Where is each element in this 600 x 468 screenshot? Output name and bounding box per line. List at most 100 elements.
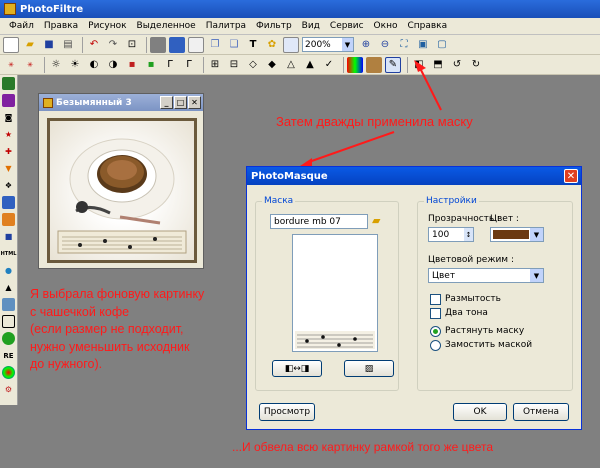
star-tool-icon[interactable]: ★ xyxy=(2,128,15,141)
zoom-in-icon[interactable]: ⊕ xyxy=(358,37,374,53)
transform-tool-icon[interactable]: ✚ xyxy=(2,145,15,158)
stretch-radio[interactable] xyxy=(430,326,441,337)
toolbar-separator xyxy=(203,56,204,73)
paste-image-icon[interactable]: ❑ xyxy=(226,37,242,53)
rotate-left-icon[interactable]: ↺ xyxy=(449,57,465,73)
new-file-icon[interactable] xyxy=(3,36,19,53)
zoom-out-icon[interactable]: ⊖ xyxy=(377,37,393,53)
blend-mode-select[interactable]: Цвет ▼ xyxy=(428,268,544,283)
flip-mask-button[interactable]: ◧↔◨ xyxy=(272,360,322,377)
blur-drop-icon[interactable]: ◇ xyxy=(245,57,261,73)
crop-icon[interactable]: ⊡ xyxy=(124,37,140,53)
sharpen-drop-icon[interactable]: ◆ xyxy=(264,57,280,73)
menu-image[interactable]: Рисунок xyxy=(83,21,131,31)
gamma-plus-icon[interactable]: Γ xyxy=(181,57,197,73)
mosaic-icon[interactable]: ⊟ xyxy=(226,57,242,73)
menu-palette[interactable]: Палитра xyxy=(201,21,251,31)
fill-tool-icon[interactable] xyxy=(2,213,15,226)
saturation-plus-icon[interactable]: ▪ xyxy=(143,57,159,73)
rect-tool-icon[interactable] xyxy=(2,315,15,328)
color-tool-icon[interactable] xyxy=(2,77,15,90)
spinner-icon[interactable]: ↕ xyxy=(464,228,473,241)
mask-file-field[interactable]: bordure mb 07 xyxy=(270,214,368,229)
clone-tool-icon[interactable]: ❖ xyxy=(2,179,15,192)
zoom-select[interactable]: 200% ▼ xyxy=(302,37,354,52)
actual-size-icon[interactable]: ▣ xyxy=(415,37,431,53)
preview-button-label: Просмотр xyxy=(263,407,311,417)
gamma-minus-icon[interactable]: Γ xyxy=(162,57,178,73)
zoom-value: 200% xyxy=(305,39,331,50)
minimize-button[interactable]: _ xyxy=(160,96,173,109)
frame-icon[interactable] xyxy=(283,36,299,53)
photomasque-dialog[interactable]: PhotoMasque ✕ Маска bordure mb 07 ▰ ◧↔◨ … xyxy=(246,166,582,430)
open-folder-icon[interactable]: ▰ xyxy=(22,37,38,53)
brightness-plus-icon[interactable]: ☀ xyxy=(67,57,83,73)
saturation-minus-icon[interactable]: ▪ xyxy=(124,57,140,73)
brightness-minus-icon[interactable]: ☼ xyxy=(48,57,64,73)
photomasque-icon[interactable]: ✿ xyxy=(264,37,280,53)
maximize-button[interactable]: □ xyxy=(174,96,187,109)
texture-tool-icon[interactable] xyxy=(2,196,15,209)
menu-view[interactable]: Вид xyxy=(297,21,325,31)
auto-contrast-icon[interactable]: ✳ xyxy=(22,57,38,73)
fullscreen-icon[interactable]: ▢ xyxy=(434,37,450,53)
image-size-icon[interactable] xyxy=(169,36,185,53)
image-canvas[interactable] xyxy=(47,118,197,263)
print-icon[interactable]: ▤ xyxy=(60,37,76,53)
chevron-down-icon[interactable]: ▼ xyxy=(530,228,543,241)
grayscale-icon[interactable] xyxy=(150,36,166,53)
chevron-down-icon[interactable]: ▼ xyxy=(530,269,543,282)
blur-checkbox[interactable] xyxy=(430,294,441,305)
image-icon xyxy=(43,97,53,108)
menu-tools[interactable]: Сервис xyxy=(325,21,369,31)
grid-icon[interactable]: ⊞ xyxy=(207,57,223,73)
lens-tool-icon[interactable]: ● xyxy=(2,264,15,277)
gradient-tool-icon[interactable] xyxy=(2,94,15,107)
save-tool-icon[interactable]: ■ xyxy=(2,230,15,243)
bucket-tool-icon[interactable]: ▼ xyxy=(2,162,15,175)
auto-levels-icon[interactable]: ✳ xyxy=(3,57,19,73)
settings-group-label: Настройки xyxy=(424,196,479,206)
open-folder-icon[interactable]: ▰ xyxy=(372,214,380,227)
stamp-tool-icon[interactable]: ▲ xyxy=(2,281,15,294)
canvas-size-icon[interactable] xyxy=(188,36,204,53)
re-tool-icon[interactable]: RE xyxy=(2,349,15,362)
image-window-title-bar[interactable]: Безымянный 3 _ □ ✕ xyxy=(39,94,203,111)
dialog-title-bar[interactable]: PhotoMasque ✕ xyxy=(247,167,581,185)
image-tool-icon[interactable] xyxy=(2,298,15,311)
web-tool-icon[interactable] xyxy=(2,332,15,345)
redo-icon[interactable]: ↷ xyxy=(105,37,121,53)
undo-icon[interactable]: ↶ xyxy=(86,37,102,53)
menu-filter[interactable]: Фильтр xyxy=(251,21,297,31)
cancel-button[interactable]: Отмена xyxy=(513,403,569,421)
save-icon[interactable]: ■ xyxy=(41,37,57,53)
two-tone-checkbox[interactable] xyxy=(430,308,441,319)
close-icon[interactable]: ✕ xyxy=(564,169,578,183)
copy-image-icon[interactable]: ❐ xyxy=(207,37,223,53)
close-button[interactable]: ✕ xyxy=(188,96,201,109)
mask-color-swatch xyxy=(493,230,529,239)
rotate-right-icon[interactable]: ↻ xyxy=(468,57,484,73)
menu-window[interactable]: Окно xyxy=(369,21,403,31)
color-picker[interactable]: ▼ xyxy=(490,227,544,242)
contrast-minus-icon[interactable]: ◐ xyxy=(86,57,102,73)
preview-button[interactable]: Просмотр xyxy=(259,403,315,421)
camera-tool-icon[interactable]: ◙ xyxy=(2,111,15,124)
palette-tool-icon[interactable] xyxy=(2,366,15,379)
menu-help[interactable]: Справка xyxy=(402,21,452,31)
annotation-arrow xyxy=(300,60,442,168)
image-window[interactable]: Безымянный 3 _ □ ✕ xyxy=(38,93,204,269)
contrast-plus-icon[interactable]: ◑ xyxy=(105,57,121,73)
toolbar-separator xyxy=(82,36,83,53)
tile-radio[interactable] xyxy=(430,340,441,351)
text-icon[interactable]: T xyxy=(245,37,261,53)
menu-edit[interactable]: Правка xyxy=(39,21,83,31)
ok-button[interactable]: OK xyxy=(453,403,507,421)
transparency-field[interactable]: 100 ↕ xyxy=(428,227,474,242)
color-swap-icon[interactable]: ⚙ xyxy=(2,383,15,396)
html-tool-icon[interactable]: HTML xyxy=(1,247,17,260)
invert-mask-button[interactable]: ▨ xyxy=(344,360,394,377)
menu-file[interactable]: Файл xyxy=(4,21,39,31)
menu-selection[interactable]: Выделенное xyxy=(132,21,201,31)
fit-window-icon[interactable]: ⛶ xyxy=(396,37,412,53)
